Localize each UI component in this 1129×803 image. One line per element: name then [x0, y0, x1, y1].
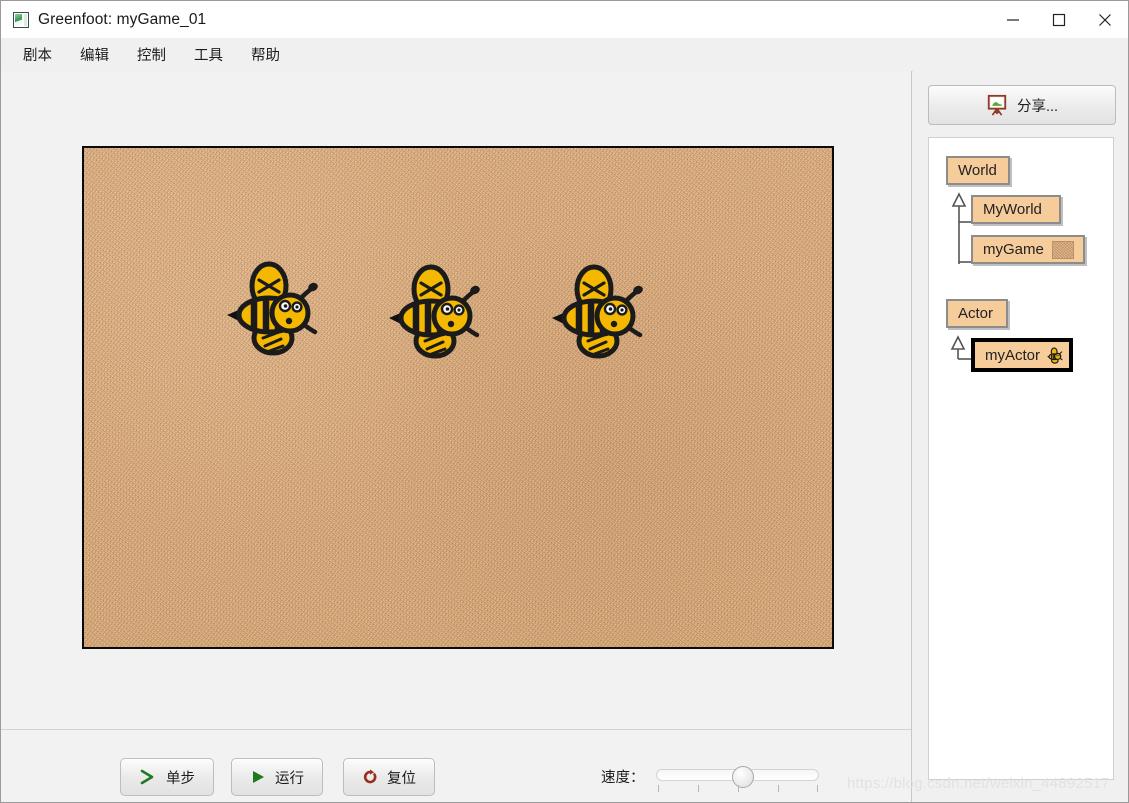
class-diagram: World MyWorld myGame Actor myActor [928, 137, 1114, 780]
play-triangle-icon [253, 771, 264, 783]
speed-control: 速度： [601, 758, 819, 794]
class-node-mygame[interactable]: myGame [971, 235, 1085, 264]
menu-item-control[interactable]: 控制 [127, 40, 176, 69]
reset-button[interactable]: 复位 [343, 758, 435, 796]
greenfoot-window: Greenfoot: myGame_01 剧本 编辑 控制 工具 帮助 单步 运… [0, 0, 1129, 803]
speed-label: 速度： [601, 769, 645, 786]
menu-item-scenario[interactable]: 剧本 [13, 40, 62, 69]
share-button[interactable]: 分享... [928, 85, 1116, 125]
sand-thumbnail-icon [1051, 240, 1074, 259]
minimize-button[interactable] [990, 1, 1036, 38]
easel-icon [987, 94, 1007, 116]
main-area: 单步 运行 复位 速度： 分享... World MyWorld myGame … [1, 71, 1128, 802]
class-node-actor-label: Actor [958, 305, 994, 322]
world-canvas[interactable] [82, 146, 834, 649]
title-bar: Greenfoot: myGame_01 [1, 1, 1128, 38]
window-controls [990, 1, 1128, 38]
menu-bar: 剧本 编辑 控制 工具 帮助 [1, 38, 1128, 72]
menu-item-help[interactable]: 帮助 [241, 40, 290, 69]
class-node-myworld[interactable]: MyWorld [971, 195, 1061, 224]
world-background [84, 148, 832, 647]
menu-item-edit[interactable]: 编辑 [70, 40, 119, 69]
class-node-myactor[interactable]: myActor [971, 338, 1073, 372]
menu-item-tools[interactable]: 工具 [184, 40, 233, 69]
step-button-label: 单步 [166, 770, 195, 787]
class-browser-pane: 分享... World MyWorld myGame Actor myActor [913, 71, 1128, 802]
actor-bee[interactable] [221, 258, 321, 358]
reset-button-label: 复位 [387, 770, 416, 787]
class-node-actor[interactable]: Actor [946, 299, 1008, 328]
run-button-label: 运行 [275, 770, 304, 787]
step-button[interactable]: 单步 [120, 758, 214, 796]
class-node-myworld-label: MyWorld [983, 201, 1042, 218]
close-button[interactable] [1082, 1, 1128, 38]
world-pane: 单步 运行 复位 速度： [1, 71, 912, 802]
actor-bee[interactable] [546, 261, 646, 361]
class-node-world-label: World [958, 162, 997, 179]
run-button[interactable]: 运行 [231, 758, 323, 796]
share-button-label: 分享... [1016, 98, 1059, 115]
execution-controls: 单步 运行 复位 速度： [1, 730, 911, 802]
class-node-mygame-label: myGame [983, 241, 1044, 258]
chevron-right-icon [140, 769, 154, 785]
window-title: Greenfoot: myGame_01 [38, 10, 207, 28]
speed-slider-ticks [656, 785, 819, 792]
actor-bee[interactable] [383, 261, 483, 361]
greenfoot-icon [13, 11, 29, 28]
class-node-world[interactable]: World [946, 156, 1010, 185]
bee-icon [1047, 346, 1063, 364]
class-node-myactor-label: myActor [985, 346, 1041, 364]
speed-slider[interactable] [655, 760, 819, 792]
reset-arrow-icon [363, 769, 377, 784]
maximize-button[interactable] [1036, 1, 1082, 38]
